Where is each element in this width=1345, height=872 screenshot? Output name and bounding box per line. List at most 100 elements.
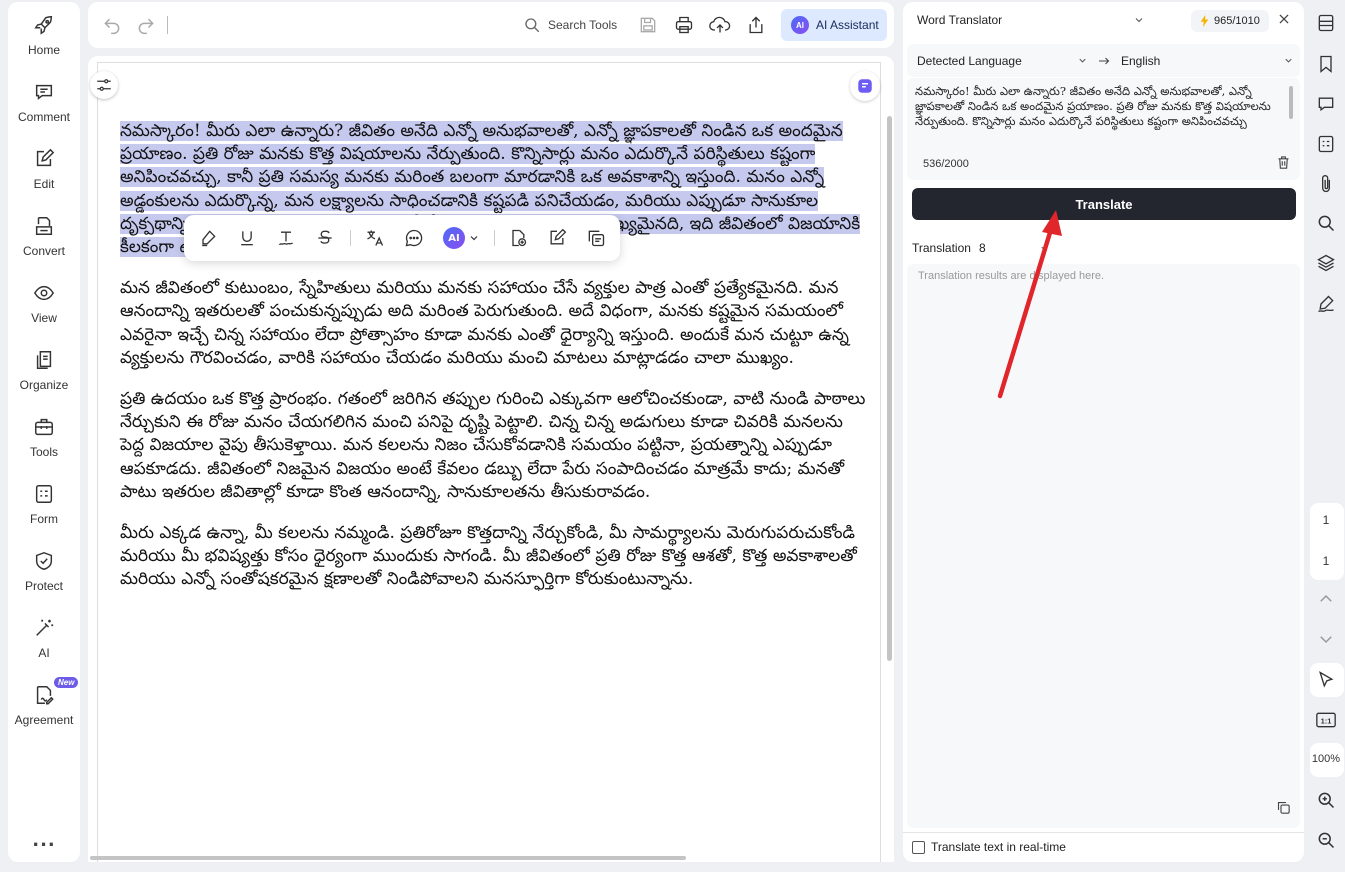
add-note-button[interactable] [506, 226, 530, 250]
zoom-level[interactable]: 100% [1307, 753, 1345, 765]
rocket-icon [34, 16, 53, 35]
ai-assistant-button[interactable]: AI AI Assistant [781, 9, 887, 41]
close-button[interactable] [1277, 12, 1291, 26]
share-button[interactable] [744, 13, 768, 37]
total-pages: 1 [1322, 554, 1330, 568]
previous-page-button[interactable] [1315, 588, 1337, 610]
page-indicator: 1 1 [1310, 503, 1344, 580]
search-tools-label: Search Tools [548, 18, 618, 32]
form-fields-button[interactable] [1315, 133, 1337, 155]
save-button[interactable] [636, 13, 660, 37]
sidebar-item-label: AI [38, 646, 50, 660]
search-panel-button[interactable] [1315, 212, 1337, 234]
squiggly-button[interactable] [274, 226, 298, 250]
sidebar-item-organize[interactable]: Organize [8, 349, 80, 392]
sidebar-item-form[interactable]: Form [8, 483, 80, 526]
translate-button[interactable]: Translate [912, 188, 1296, 220]
chevron-down-icon[interactable] [1133, 14, 1145, 26]
underline-icon [241, 231, 253, 246]
realtime-label: Translate text in real-time [931, 840, 1066, 854]
more-button[interactable]: ... [8, 830, 80, 851]
panel-layout-button[interactable] [1315, 12, 1337, 34]
search-icon [1318, 215, 1335, 232]
source-text-input[interactable]: నమస్కారం! మీరు ఎలా ఉన్నారు? జీవితం అనేది… [915, 84, 1277, 144]
zoom-out-button[interactable] [1315, 829, 1337, 851]
sidebar-item-ai[interactable]: AI [8, 617, 80, 660]
ai-float-button[interactable] [850, 71, 880, 101]
ai-logo-icon: AI [791, 16, 809, 34]
underline-button[interactable] [235, 226, 259, 250]
arrow-right-icon [1099, 57, 1110, 65]
target-language-select[interactable]: English [1121, 44, 1296, 77]
realtime-toggle[interactable]: Translate text in real-time [912, 840, 1066, 854]
translate-selection-button[interactable] [363, 226, 387, 250]
sidebar-item-edit[interactable]: Edit [8, 148, 80, 191]
zoom-pill: 100% [1310, 743, 1344, 777]
text-squiggly-icon [278, 231, 294, 246]
credits-badge: 965/1010 [1191, 10, 1269, 32]
select-tool-button[interactable] [1315, 669, 1337, 691]
bookmark-button[interactable] [1315, 53, 1337, 75]
print-button[interactable] [672, 13, 696, 37]
source-language-select[interactable]: Detected Language [917, 44, 1089, 77]
signature-button[interactable] [1315, 293, 1337, 315]
toolbox-icon [35, 418, 53, 436]
translator-panel: Word Translator 965/1010 Detected Langua… [903, 2, 1304, 862]
ai-sidebar-icon [858, 79, 872, 93]
view-settings-button[interactable] [90, 71, 118, 99]
zoom-in-icon [1318, 792, 1335, 809]
strikethrough-button[interactable] [313, 226, 337, 250]
zoom-in-button[interactable] [1315, 789, 1337, 811]
print-icon [675, 16, 693, 34]
copy-result-button[interactable] [1276, 800, 1291, 815]
redo-button[interactable] [134, 13, 158, 37]
sidebar-item-protect[interactable]: Protect [8, 550, 80, 593]
trash-icon [1278, 156, 1289, 169]
comment-selection-button[interactable] [402, 226, 426, 250]
zoom-out-icon [1318, 832, 1335, 849]
ai-menu-button[interactable]: AI [443, 226, 483, 250]
search-tools-button[interactable]: Search Tools [523, 13, 617, 37]
cloud-upload-icon [709, 16, 731, 33]
sidebar-item-convert[interactable]: Convert [8, 215, 80, 258]
sidebar-item-view[interactable]: View [8, 282, 80, 325]
attachments-button[interactable] [1315, 173, 1337, 195]
layers-button[interactable] [1315, 252, 1337, 274]
sidebar-item-comment[interactable]: Comment [8, 81, 80, 124]
ai-assistant-label: AI Assistant [816, 18, 879, 32]
vertical-scrollbar[interactable] [887, 116, 892, 661]
actual-size-button[interactable]: 1:1 [1315, 709, 1337, 731]
sidebar-item-label: Convert [22, 244, 66, 258]
edit-text-button[interactable] [545, 226, 569, 250]
char-count: 536/2000 [923, 158, 969, 170]
translation-result-box[interactable]: Translation results are displayed here. [907, 264, 1300, 828]
realtime-checkbox[interactable] [912, 840, 925, 854]
highlight-button[interactable] [196, 226, 220, 250]
document-text[interactable]: నమస్కారం! మీరు ఎలా ఉన్నారు? జీవితం అనేది… [120, 120, 868, 610]
ai-logo-icon: AI [443, 227, 465, 249]
signature-pen-icon [1318, 295, 1334, 313]
source-language-value: Detected Language [917, 53, 1022, 68]
current-page-input[interactable]: 1 [1307, 513, 1345, 527]
shield-icon [35, 551, 53, 571]
undo-button[interactable] [100, 13, 124, 37]
translation-mode-select[interactable]: 8 [979, 241, 1049, 255]
sidebar-item-tools[interactable]: Tools [8, 416, 80, 459]
translator-title-dropdown[interactable]: Word Translator [917, 13, 1002, 27]
sidebar-item-label: Protect [24, 579, 63, 593]
sidebar-item-agreement[interactable]: New Agreement [8, 677, 80, 727]
translation-mode-value: 8 [979, 241, 986, 255]
document-area: నమస్కారం! మీరు ఎలా ఉన్నారు? జీవితం అనేది… [88, 56, 894, 862]
source-scrollbar[interactable] [1289, 86, 1293, 119]
credits-count: 965/1010 [1214, 15, 1260, 27]
clear-button[interactable] [1276, 155, 1291, 170]
copy-text-button[interactable] [584, 226, 608, 250]
sliders-icon [97, 79, 111, 91]
source-text-box[interactable]: నమస్కారం! మీరు ఎలా ఉన్నారు? జీవితం అనేది… [907, 78, 1300, 180]
sidebar-item-home[interactable]: Home [8, 14, 80, 57]
next-page-button[interactable] [1315, 628, 1337, 650]
cloud-upload-button[interactable] [708, 13, 732, 37]
comments-panel-button[interactable] [1315, 93, 1337, 115]
horizontal-scrollbar[interactable] [90, 856, 686, 860]
left-sidebar: Home Comment Edit Convert View Organize … [8, 2, 80, 862]
